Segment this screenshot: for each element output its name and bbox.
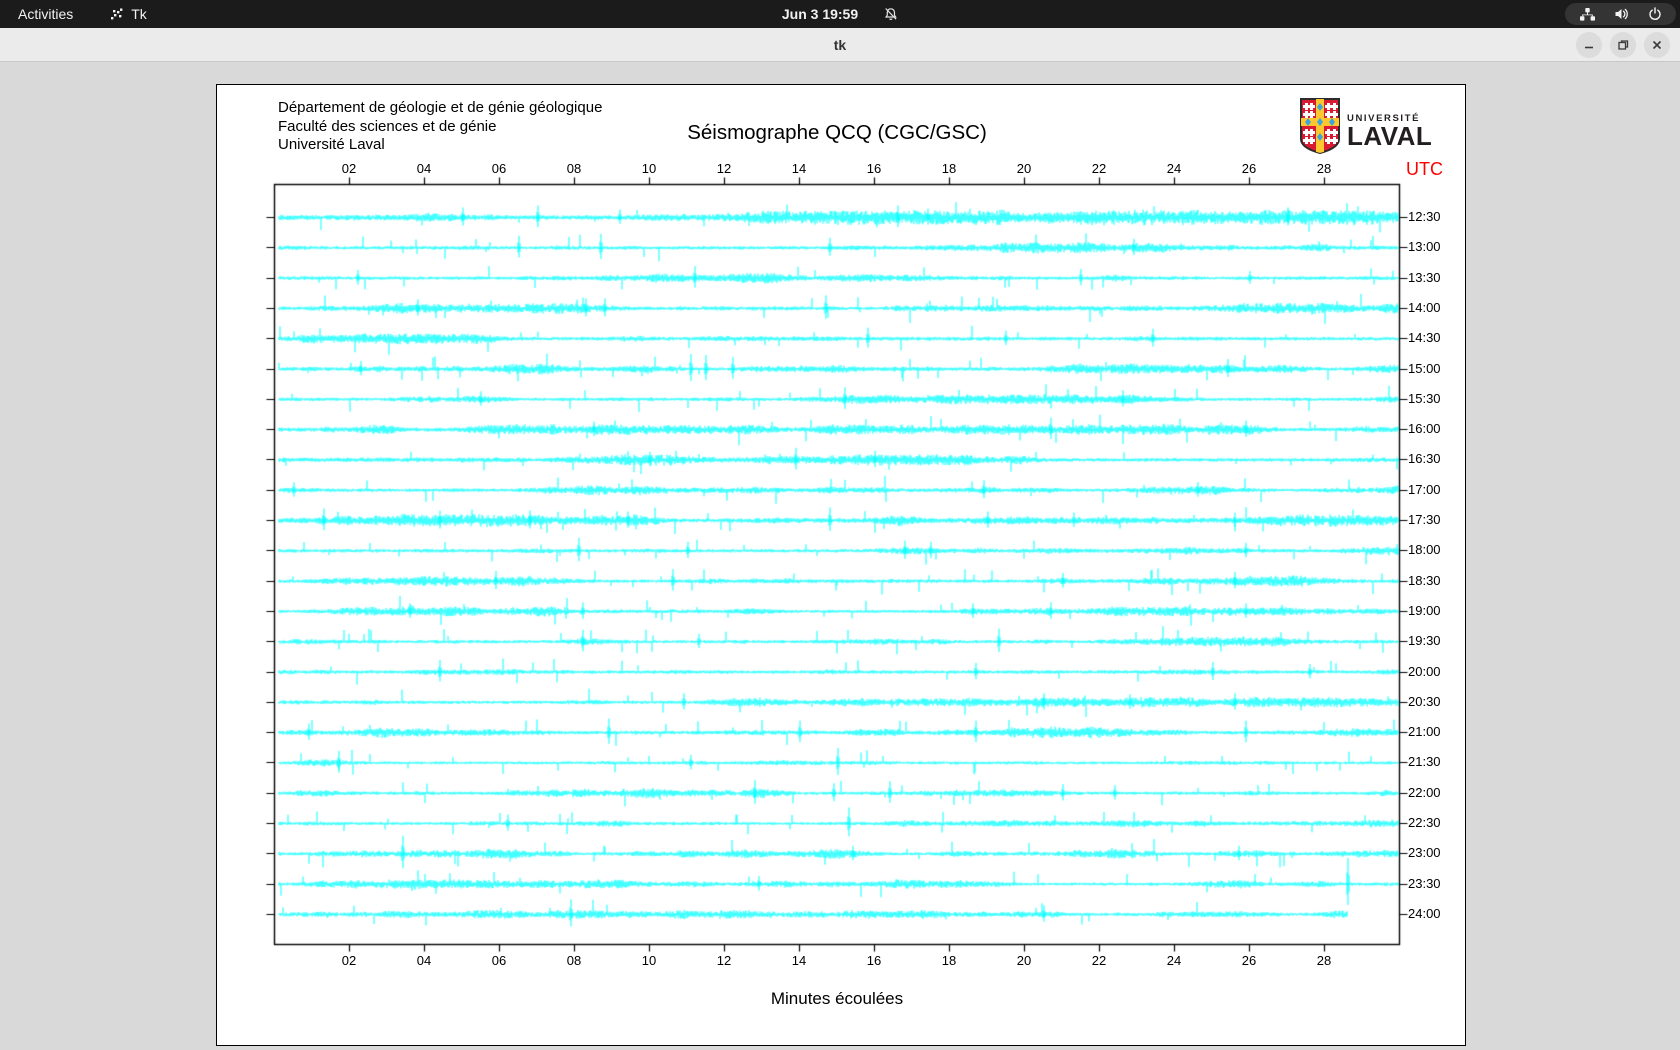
x-tick-label-bottom: 02 xyxy=(341,953,357,968)
utc-row-label: 24:00 xyxy=(1408,905,1441,921)
utc-row-label: 18:30 xyxy=(1408,572,1441,588)
utc-row-label: 13:30 xyxy=(1408,269,1441,285)
desktop-screen: Activities Tk Jun 3 19:59 tk 02 04 06 08… xyxy=(0,0,1680,1050)
window-title: tk xyxy=(833,36,847,53)
close-button[interactable] xyxy=(1644,32,1670,58)
x-tick-label-top: 12 xyxy=(716,161,732,176)
x-tick-label-bottom: 12 xyxy=(716,953,732,968)
tk-app-icon xyxy=(109,7,124,22)
utc-row-label: 21:30 xyxy=(1408,754,1441,770)
utc-row-label: 23:00 xyxy=(1408,845,1441,861)
clock-menu[interactable]: Jun 3 19:59 xyxy=(782,6,898,22)
x-axis-title: Minutes écoulées xyxy=(770,989,904,1008)
utc-row-label: 17:00 xyxy=(1408,481,1441,497)
system-status-area[interactable] xyxy=(1565,3,1676,25)
network-icon xyxy=(1579,7,1596,22)
seismograph-canvas-area: Département de géologie et de génie géol… xyxy=(216,84,1467,1047)
x-tick-label-bottom: 28 xyxy=(1316,953,1332,968)
x-tick-label-bottom: 14 xyxy=(791,953,807,968)
seismograph-plot xyxy=(217,85,1467,1047)
utc-row-label: 23:30 xyxy=(1408,875,1441,891)
utc-row-label: 19:30 xyxy=(1408,633,1441,649)
x-tick-label-bottom: 22 xyxy=(1091,953,1107,968)
gnome-top-bar: Activities Tk Jun 3 19:59 xyxy=(0,0,1680,28)
x-tick-label-top: 28 xyxy=(1316,161,1332,176)
x-tick-label-top: 18 xyxy=(941,161,957,176)
utc-row-label: 16:00 xyxy=(1408,421,1441,437)
x-tick-label-top: 08 xyxy=(566,161,582,176)
app-menu-label: Tk xyxy=(131,6,147,22)
x-tick-label-top: 04 xyxy=(416,161,432,176)
x-tick-label-top: 16 xyxy=(866,161,882,176)
utc-row-label: 20:00 xyxy=(1408,663,1441,679)
x-tick-label-bottom: 20 xyxy=(1016,953,1032,968)
utc-row-label: 14:30 xyxy=(1408,330,1441,346)
utc-row-label: 15:00 xyxy=(1408,360,1441,376)
utc-row-label: 16:30 xyxy=(1408,451,1441,467)
utc-row-label: 17:30 xyxy=(1408,512,1441,527)
utc-row-label: 19:00 xyxy=(1408,602,1441,618)
x-tick-label-top: 22 xyxy=(1091,161,1107,176)
x-tick-label-bottom: 24 xyxy=(1166,953,1182,968)
clock-label: Jun 3 19:59 xyxy=(781,6,859,22)
utc-row-label: 22:30 xyxy=(1408,815,1441,830)
x-tick-label-bottom: 06 xyxy=(491,953,507,968)
utc-row-label: 14:00 xyxy=(1408,299,1441,315)
utc-row-label: 21:00 xyxy=(1408,724,1441,740)
maximize-button[interactable] xyxy=(1610,32,1636,58)
power-icon xyxy=(1648,7,1662,21)
x-tick-label-bottom: 08 xyxy=(566,953,582,968)
utc-row-label: 13:00 xyxy=(1408,239,1441,255)
x-tick-label-bottom: 04 xyxy=(416,953,432,968)
x-tick-label-top: 14 xyxy=(791,161,807,176)
x-tick-label-bottom: 16 xyxy=(866,953,882,968)
x-tick-label-top: 20 xyxy=(1016,161,1032,176)
tk-window-body: Département de géologie et de génie géol… xyxy=(0,62,1680,1050)
minimize-button[interactable] xyxy=(1576,32,1602,58)
x-tick-label-bottom: 10 xyxy=(641,953,657,968)
utc-row-label: 12:30 xyxy=(1408,209,1441,224)
app-menu[interactable]: Tk xyxy=(109,6,147,22)
utc-row-label: 22:00 xyxy=(1408,784,1441,800)
x-tick-label-bottom: 26 xyxy=(1241,953,1257,968)
notifications-disabled-icon xyxy=(884,7,898,21)
x-tick-label-top: 10 xyxy=(641,161,657,176)
activities-button[interactable]: Activities xyxy=(18,6,73,22)
x-tick-label-bottom: 18 xyxy=(941,953,957,968)
window-titlebar[interactable]: tk xyxy=(0,28,1680,62)
utc-row-label: 18:00 xyxy=(1408,542,1441,558)
x-tick-label-top: 24 xyxy=(1166,161,1182,176)
x-tick-label-top: 06 xyxy=(491,161,507,176)
volume-icon xyxy=(1614,7,1630,21)
x-tick-label-top: 02 xyxy=(341,161,357,176)
utc-row-label: 15:30 xyxy=(1408,390,1441,406)
utc-row-label: 20:30 xyxy=(1408,693,1441,709)
x-tick-label-top: 26 xyxy=(1241,161,1257,176)
